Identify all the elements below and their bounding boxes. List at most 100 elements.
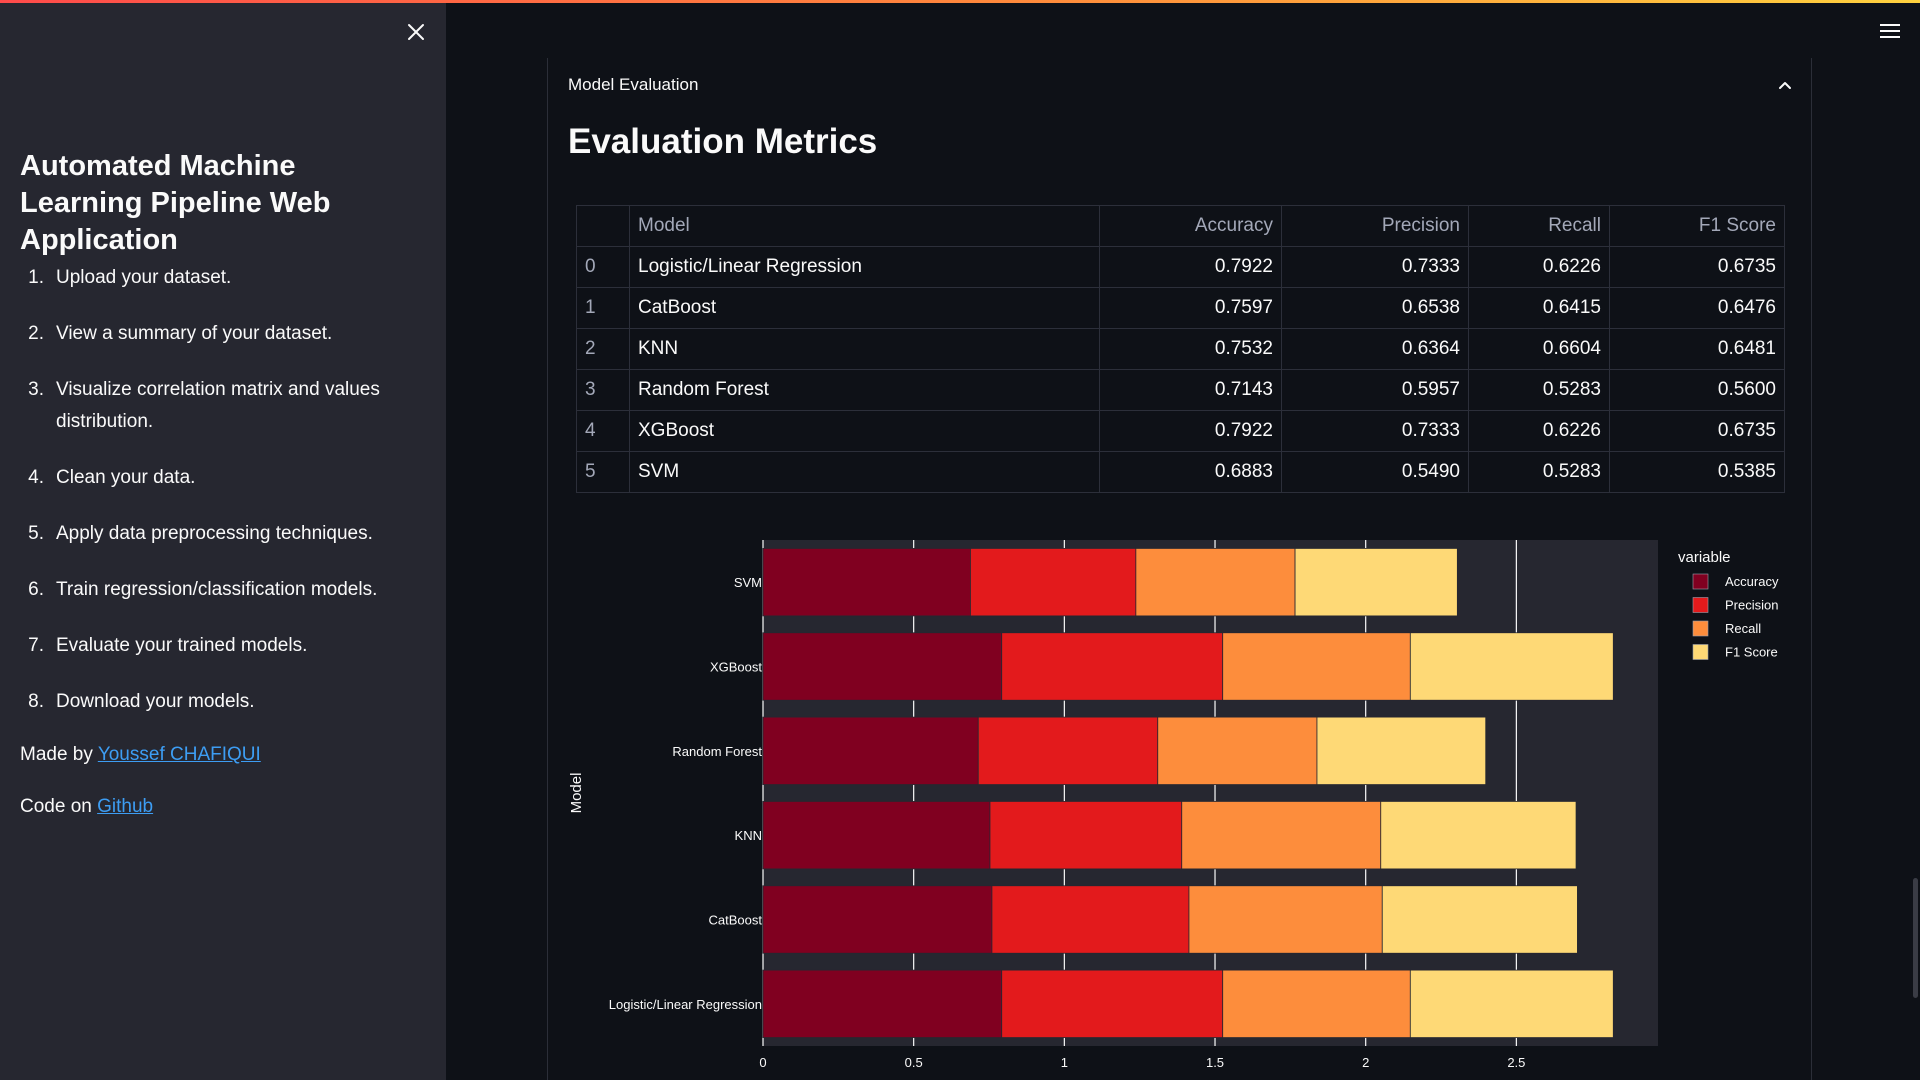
header-model[interactable]: Model <box>629 205 1100 247</box>
cell-f1-score: 0.6735 <box>1609 246 1785 288</box>
chevron-up-icon[interactable] <box>1777 79 1793 91</box>
step-text: Visualize correlation matrix and values … <box>56 379 380 432</box>
y-axis-label: Model <box>570 773 585 814</box>
step-text: Clean your data. <box>56 467 196 488</box>
bar-segment <box>1381 885 1578 954</box>
code-on-prefix: Code on <box>20 796 98 817</box>
cell-accuracy: 0.7922 <box>1099 246 1282 288</box>
table-row[interactable]: 5 SVM 0.6883 0.5490 0.5283 0.5385 <box>576 451 1785 493</box>
header-accuracy[interactable]: Accuracy <box>1099 205 1282 247</box>
step-text: Upload your dataset. <box>56 267 232 288</box>
table-row[interactable]: 2 KNN 0.7532 0.6364 0.6604 0.6481 <box>576 328 1785 370</box>
steps-list: 1. Upload your dataset. 2. View a summary o… <box>20 262 420 742</box>
cell-f1-score: 0.6476 <box>1609 287 1785 329</box>
cell-f1-score: 0.6481 <box>1609 328 1785 370</box>
header-recall[interactable]: Recall <box>1468 205 1610 247</box>
step-number: 3. <box>28 379 44 400</box>
legend-swatch <box>1692 573 1709 590</box>
top-decoration-bar <box>0 0 1920 3</box>
y-tick-label: KNN <box>735 828 762 843</box>
table-header-row: Model Accuracy Precision Recall F1 Score <box>576 205 1785 247</box>
x-tick-label: 2.5 <box>1507 1055 1525 1070</box>
x-tick-label: 1.5 <box>1206 1055 1224 1070</box>
github-link[interactable]: Github <box>97 796 153 817</box>
cell-accuracy: 0.7532 <box>1099 328 1282 370</box>
legend-item-label: Precision <box>1725 598 1778 613</box>
cell-recall: 0.6226 <box>1468 410 1610 452</box>
sidebar: Automated Machine Learning Pipeline Web … <box>0 0 446 1080</box>
header-index[interactable] <box>576 205 630 247</box>
bar-segment <box>1157 716 1318 785</box>
step-number: 2. <box>28 323 44 344</box>
x-tick-label: 0 <box>759 1055 766 1070</box>
table-row[interactable]: 0 Logistic/Linear Regression 0.7922 0.7333 0… <box>576 246 1785 288</box>
bar-segment <box>1135 548 1296 617</box>
cell-index: 4 <box>576 410 630 452</box>
sidebar-title: Automated Machine Learning Pipeline Web … <box>20 150 331 256</box>
header-precision[interactable]: Precision <box>1281 205 1469 247</box>
cell-recall: 0.5283 <box>1468 369 1610 411</box>
cell-precision: 0.6538 <box>1281 287 1469 329</box>
cell-precision: 0.6364 <box>1281 328 1469 370</box>
main-menu-button[interactable] <box>1877 20 1903 42</box>
bar-segment <box>989 801 1183 870</box>
made-by-prefix: Made by <box>20 744 98 765</box>
y-tick-label: CatBoost <box>709 913 763 928</box>
y-tick-label: SVM <box>734 575 762 590</box>
bar-segment <box>1001 632 1224 701</box>
legend-item-label: Accuracy <box>1725 574 1779 589</box>
step-item: 3. Visualize correlation matrix and value… <box>20 374 420 438</box>
step-number: 1. <box>28 267 44 288</box>
cell-model: KNN <box>629 328 1100 370</box>
bar-segment <box>1222 632 1411 701</box>
author-link[interactable]: Youssef CHAFIQUI <box>98 744 261 765</box>
cell-index: 5 <box>576 451 630 493</box>
cell-model: SVM <box>629 451 1100 493</box>
step-item: 6. Train regression/classification models… <box>20 574 420 606</box>
made-by-line: Made by Youssef CHAFIQUI <box>20 744 261 766</box>
step-item: 1. Upload your dataset. <box>20 262 420 294</box>
bar-segment <box>762 632 1003 701</box>
legend-swatch <box>1692 597 1709 613</box>
step-number: 4. <box>28 467 44 488</box>
cell-f1-score: 0.5600 <box>1609 369 1785 411</box>
y-tick-label: XGBoost <box>710 660 762 675</box>
x-tick-label: 0.5 <box>905 1055 923 1070</box>
step-text: View a summary of your dataset. <box>56 323 333 344</box>
table-row[interactable]: 1 CatBoost 0.7597 0.6538 0.6415 0.6476 <box>576 287 1785 329</box>
close-sidebar-button[interactable] <box>402 18 430 46</box>
step-number: 6. <box>28 579 44 600</box>
cell-accuracy: 0.6883 <box>1099 451 1282 493</box>
step-item: 7. Evaluate your trained models. <box>20 630 420 662</box>
table-row[interactable]: 4 XGBoost 0.7922 0.7333 0.6226 0.6735 <box>576 410 1785 452</box>
x-tick-label: 1 <box>1061 1055 1068 1070</box>
bar-segment <box>762 716 979 785</box>
bar-segment <box>1380 801 1577 870</box>
bar-segment <box>1409 632 1614 701</box>
cell-precision: 0.5490 <box>1281 451 1469 493</box>
step-item: 4. Clean your data. <box>20 462 420 494</box>
cell-accuracy: 0.7922 <box>1099 410 1282 452</box>
cell-accuracy: 0.7143 <box>1099 369 1282 411</box>
expander-title: Model Evaluation <box>568 75 699 94</box>
table-row[interactable]: 3 Random Forest 0.7143 0.5957 0.5283 0.5600 <box>576 369 1785 411</box>
step-item: 2. View a summary of your dataset. <box>20 318 420 350</box>
cell-model: XGBoost <box>629 410 1100 452</box>
cell-f1-score: 0.6735 <box>1609 410 1785 452</box>
step-number: 8. <box>28 691 44 712</box>
step-item: 8. Download your models. <box>20 686 420 718</box>
bar-segment <box>977 716 1159 785</box>
legend-item-label: F1 Score <box>1725 645 1778 660</box>
bar-segment <box>762 548 971 617</box>
cell-index: 0 <box>576 246 630 288</box>
step-number: 5. <box>28 523 44 544</box>
cell-recall: 0.5283 <box>1468 451 1610 493</box>
step-item: 5. Apply data preprocessing techniques. <box>20 518 420 550</box>
y-tick-label: Random Forest <box>672 744 762 759</box>
cell-index: 3 <box>576 369 630 411</box>
cell-precision: 0.7333 <box>1281 410 1469 452</box>
expander-header[interactable]: Model Evaluation <box>568 70 1793 100</box>
header-f1-score[interactable]: F1 Score <box>1609 205 1785 247</box>
scrollbar[interactable] <box>1913 878 1918 998</box>
cell-index: 1 <box>576 287 630 329</box>
